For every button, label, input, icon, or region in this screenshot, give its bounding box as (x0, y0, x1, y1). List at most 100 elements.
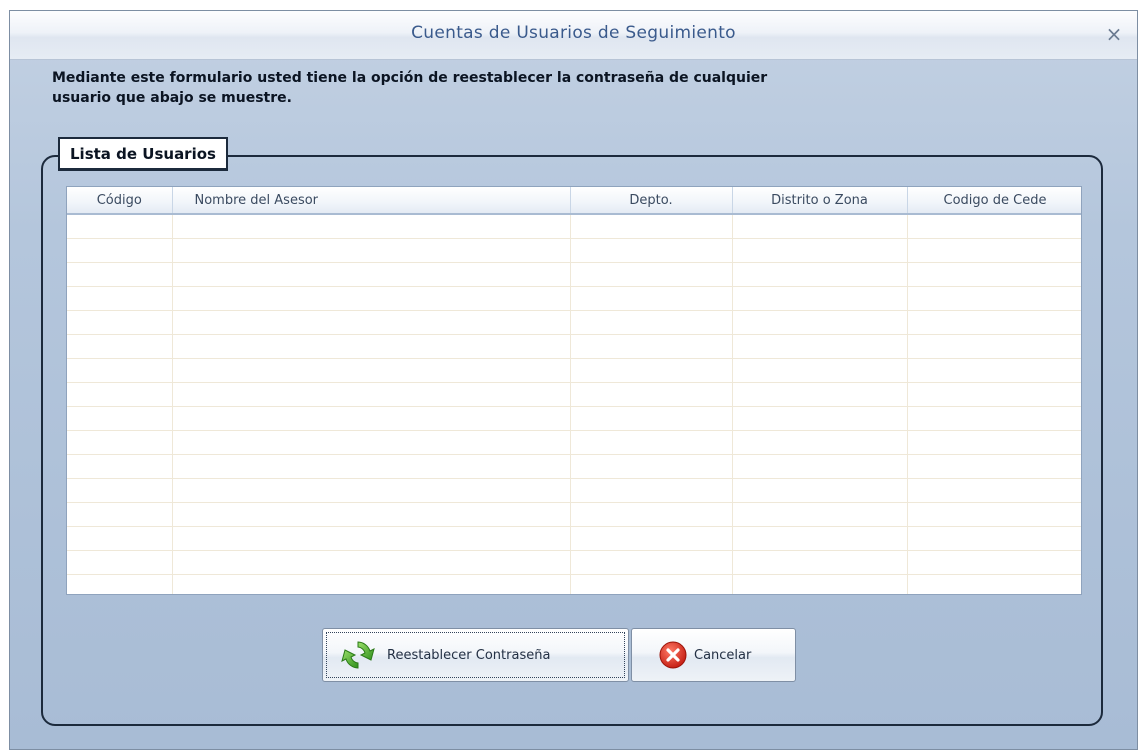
column-header-distrito[interactable]: Distrito o Zona (732, 187, 908, 215)
table-cell (907, 526, 1081, 551)
table-cell (67, 334, 173, 359)
column-header-depto[interactable]: Depto. (570, 187, 733, 215)
table-cell (67, 478, 173, 503)
table-row[interactable] (67, 430, 1081, 455)
table-cell (570, 478, 733, 503)
table-cell (67, 358, 173, 383)
table-cell (172, 454, 571, 479)
table-cell (172, 334, 571, 359)
table-row[interactable] (67, 358, 1081, 383)
table-cell (172, 478, 571, 503)
users-table[interactable]: Código Nombre del Asesor Depto. Distrito… (66, 186, 1082, 595)
table-cell (570, 262, 733, 287)
table-cell (172, 574, 571, 594)
description-text: Mediante este formulario usted tiene la … (52, 68, 952, 108)
table-cell (732, 454, 908, 479)
reset-password-button[interactable]: Reestablecer Contraseña (322, 628, 629, 682)
table-cell (732, 526, 908, 551)
table-cell (570, 454, 733, 479)
table-cell (67, 430, 173, 455)
table-cell (67, 454, 173, 479)
table-row[interactable] (67, 454, 1081, 479)
table-row[interactable] (67, 334, 1081, 359)
table-cell (67, 574, 173, 594)
table-row[interactable] (67, 478, 1081, 503)
table-cell (570, 526, 733, 551)
table-cell (67, 238, 173, 263)
table-row[interactable] (67, 550, 1081, 575)
table-cell (907, 358, 1081, 383)
description-line-1: Mediante este formulario usted tiene la … (52, 70, 768, 86)
cancel-label: Cancelar (694, 647, 752, 663)
table-cell (732, 214, 908, 239)
table-cell (732, 502, 908, 527)
table-cell (67, 286, 173, 311)
cancel-button[interactable]: Cancelar (631, 628, 796, 682)
table-cell (907, 550, 1081, 575)
table-cell (172, 502, 571, 527)
table-row[interactable] (67, 262, 1081, 287)
table-row[interactable] (67, 406, 1081, 431)
table-cell (67, 502, 173, 527)
reset-password-label: Reestablecer Contraseña (387, 647, 551, 663)
table-cell (570, 334, 733, 359)
table-cell (732, 430, 908, 455)
table-cell (67, 550, 173, 575)
table-cell (570, 310, 733, 335)
table-cell (67, 526, 173, 551)
table-cell (907, 382, 1081, 407)
description-line-2: usuario que abajo se muestre. (52, 90, 292, 106)
table-row[interactable] (67, 382, 1081, 407)
group-title: Lista de Usuarios (58, 137, 228, 171)
column-header-codigo-cede[interactable]: Codigo de Cede (907, 187, 1081, 215)
table-cell (732, 286, 908, 311)
table-cell (907, 574, 1081, 594)
table-cell (67, 310, 173, 335)
cancel-icon (658, 640, 688, 670)
table-cell (67, 406, 173, 431)
table-cell (907, 286, 1081, 311)
table-cell (907, 502, 1081, 527)
table-cell (907, 406, 1081, 431)
table-cell (570, 286, 733, 311)
table-cell (67, 214, 173, 239)
table-cell (907, 262, 1081, 287)
table-cell (570, 382, 733, 407)
table-cell (172, 526, 571, 551)
table-cell (907, 214, 1081, 239)
table-row[interactable] (67, 502, 1081, 527)
table-cell (67, 382, 173, 407)
table-cell (570, 406, 733, 431)
table-cell (732, 550, 908, 575)
table-row[interactable] (67, 526, 1081, 551)
table-row[interactable] (67, 574, 1081, 594)
table-cell (570, 214, 733, 239)
title-bar[interactable]: Cuentas de Usuarios de Seguimiento × (10, 11, 1137, 60)
table-cell (907, 238, 1081, 263)
table-cell (172, 406, 571, 431)
table-cell (907, 478, 1081, 503)
column-header-nombre[interactable]: Nombre del Asesor (172, 187, 571, 215)
table-row[interactable] (67, 310, 1081, 335)
table-cell (732, 358, 908, 383)
table-cell (732, 478, 908, 503)
table-cell (172, 286, 571, 311)
table-cell (570, 574, 733, 594)
table-row[interactable] (67, 214, 1081, 239)
table-cell (732, 574, 908, 594)
table-cell (172, 310, 571, 335)
table-cell (570, 430, 733, 455)
table-cell (732, 310, 908, 335)
table-cell (732, 406, 908, 431)
close-icon[interactable]: × (1103, 23, 1125, 45)
table-cell (907, 310, 1081, 335)
table-cell (570, 502, 733, 527)
table-header-row: Código Nombre del Asesor Depto. Distrito… (67, 187, 1081, 215)
column-header-codigo[interactable]: Código (67, 187, 173, 215)
table-row[interactable] (67, 286, 1081, 311)
table-cell (172, 358, 571, 383)
table-cell (907, 334, 1081, 359)
table-cell (570, 550, 733, 575)
table-cell (732, 334, 908, 359)
table-row[interactable] (67, 238, 1081, 263)
